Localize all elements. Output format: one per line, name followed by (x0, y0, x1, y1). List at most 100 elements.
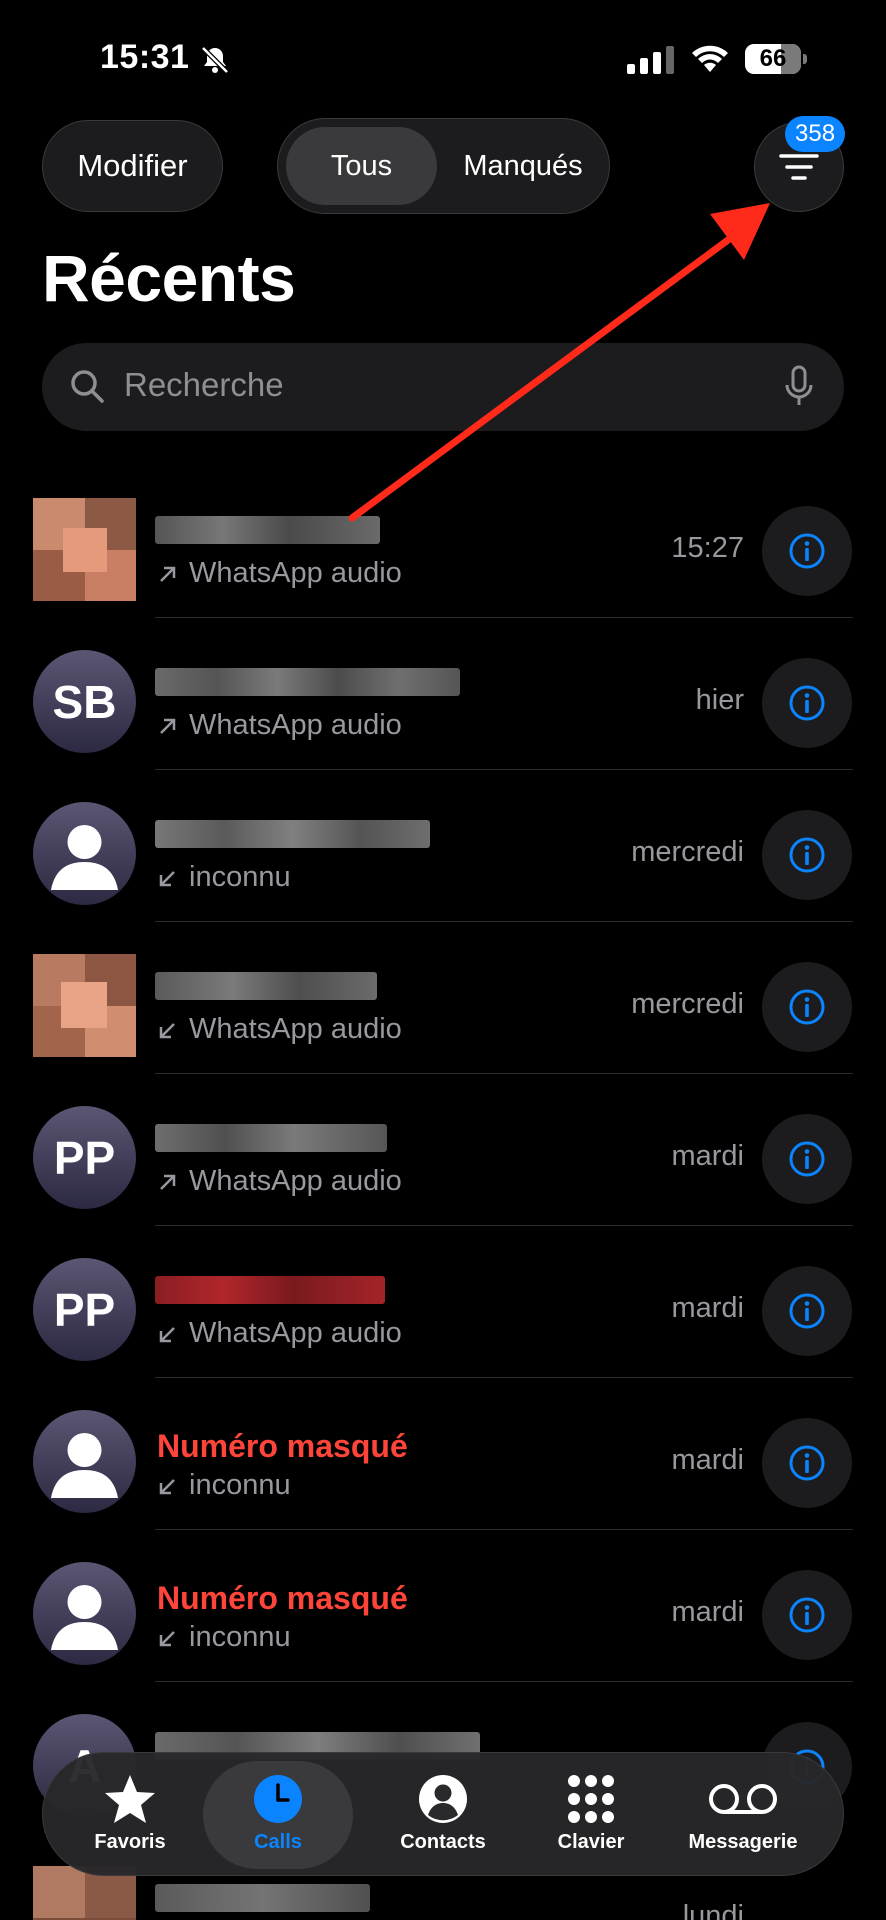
contact-name: Numéro masqué (157, 1580, 408, 1616)
filter-segmented-control: Tous Manqués (277, 118, 610, 214)
call-time: mardi (671, 1292, 744, 1324)
info-button[interactable] (762, 506, 852, 596)
incoming-arrow-icon (159, 1630, 175, 1646)
contact-name-redacted (155, 1124, 387, 1152)
contact-name-redacted (155, 516, 380, 544)
tab-label: Calls (254, 1831, 302, 1853)
call-time: mercredi (631, 836, 744, 868)
outgoing-arrow-icon (160, 718, 176, 734)
avatar (33, 802, 136, 905)
avatar (33, 1562, 136, 1665)
tab-keypad[interactable]: Clavier (516, 1753, 666, 1877)
edit-button[interactable]: Modifier (42, 120, 223, 212)
battery-level: 66 (759, 45, 787, 72)
info-icon (789, 1597, 825, 1633)
call-type: WhatsApp audio (189, 1317, 402, 1349)
call-time: mercredi (631, 988, 744, 1020)
info-icon (789, 1445, 825, 1481)
call-type: WhatsApp audio (189, 1165, 402, 1197)
microphone-icon[interactable] (784, 365, 814, 409)
call-time: hier (695, 684, 744, 716)
tab-bar: Favoris Calls Contacts Clavier Messageri… (42, 1752, 844, 1876)
call-type: WhatsApp audio (189, 1013, 402, 1045)
call-row[interactable]: PP WhatsApp audio mardi (0, 1226, 886, 1378)
search-icon (71, 370, 104, 403)
info-icon (789, 533, 825, 569)
tab-calls[interactable]: Calls (203, 1761, 353, 1869)
call-time: 15:27 (671, 532, 744, 564)
avatar: SB (33, 650, 136, 753)
call-time: mardi (671, 1596, 744, 1628)
info-button[interactable] (762, 1266, 852, 1356)
call-subtitle: inconnu (157, 1621, 291, 1654)
contact-name-redacted (155, 668, 460, 696)
call-row[interactable]: Numéro masqué inconnu mardi (0, 1530, 886, 1682)
cellular-signal-icon (627, 46, 674, 74)
search-field[interactable]: Recherche (42, 343, 844, 431)
tab-contacts[interactable]: Contacts (368, 1753, 518, 1877)
call-row[interactable]: inconnu mercredi (0, 770, 886, 922)
call-row[interactable]: SB WhatsApp audio hier (0, 618, 886, 770)
contact-name-redacted (155, 1884, 370, 1912)
filter-count-badge: 358 (785, 116, 846, 152)
tab-favorites[interactable]: Favoris (55, 1753, 205, 1877)
call-type: inconnu (189, 1469, 291, 1501)
call-type: inconnu (189, 1621, 291, 1653)
clock-icon (254, 1775, 302, 1823)
info-button[interactable] (762, 1570, 852, 1660)
incoming-arrow-icon (159, 870, 175, 886)
tab-label: Clavier (557, 1831, 625, 1853)
tab-label: Favoris (94, 1831, 166, 1853)
segment-all[interactable]: Tous (286, 127, 437, 205)
info-icon (789, 837, 825, 873)
avatar (33, 498, 136, 601)
status-time: 15:31 (100, 38, 190, 76)
info-button[interactable] (762, 1114, 852, 1204)
contact-name-redacted (155, 820, 430, 848)
call-row[interactable]: WhatsApp audio 15:27 (0, 466, 886, 618)
contact-name: Numéro masqué (157, 1428, 408, 1464)
call-subtitle: inconnu (157, 1469, 291, 1502)
incoming-arrow-icon (159, 1326, 175, 1342)
call-subtitle: WhatsApp audio (157, 557, 402, 590)
segment-missed[interactable]: Manqués (443, 127, 603, 205)
call-subtitle: WhatsApp audio (157, 1317, 402, 1350)
call-subtitle: WhatsApp audio (157, 1165, 402, 1198)
info-button[interactable] (762, 658, 852, 748)
search-placeholder: Recherche (124, 366, 284, 403)
outgoing-arrow-icon (160, 566, 176, 582)
contact-name-redacted (155, 1276, 385, 1304)
call-type: WhatsApp audio (189, 557, 402, 589)
call-row[interactable]: PP WhatsApp audio mardi (0, 1074, 886, 1226)
call-time: lundi (682, 1900, 744, 1920)
call-row[interactable]: Numéro masqué inconnu mardi (0, 1378, 886, 1530)
incoming-arrow-icon (159, 1478, 175, 1494)
battery-icon: 66 (745, 44, 807, 74)
bell-slash-icon (201, 46, 229, 74)
call-row[interactable]: WhatsApp audio mercredi (0, 922, 886, 1074)
call-type: inconnu (189, 861, 291, 893)
info-icon (789, 1293, 825, 1329)
tab-label: Messagerie (688, 1831, 798, 1853)
avatar (33, 1410, 136, 1513)
tab-voicemail[interactable]: Messagerie (668, 1753, 818, 1877)
incoming-arrow-icon (159, 1022, 175, 1038)
filter-lines-icon (779, 154, 819, 180)
voicemail-icon (709, 1784, 777, 1814)
outgoing-arrow-icon (160, 1174, 176, 1190)
info-button[interactable] (762, 1418, 852, 1508)
person-silhouette-icon (51, 1433, 118, 1498)
call-subtitle: WhatsApp audio (157, 709, 402, 742)
info-button[interactable] (762, 810, 852, 900)
avatar: PP (33, 1106, 136, 1209)
wifi-icon (692, 45, 728, 72)
tab-label: Contacts (400, 1831, 486, 1853)
keypad-icon (568, 1775, 614, 1823)
info-button[interactable] (762, 962, 852, 1052)
person-silhouette-icon (51, 825, 118, 890)
avatar: PP (33, 1258, 136, 1361)
info-icon (789, 685, 825, 721)
person-circle-icon (419, 1775, 467, 1823)
call-time: mardi (671, 1140, 744, 1172)
call-time: mardi (671, 1444, 744, 1476)
